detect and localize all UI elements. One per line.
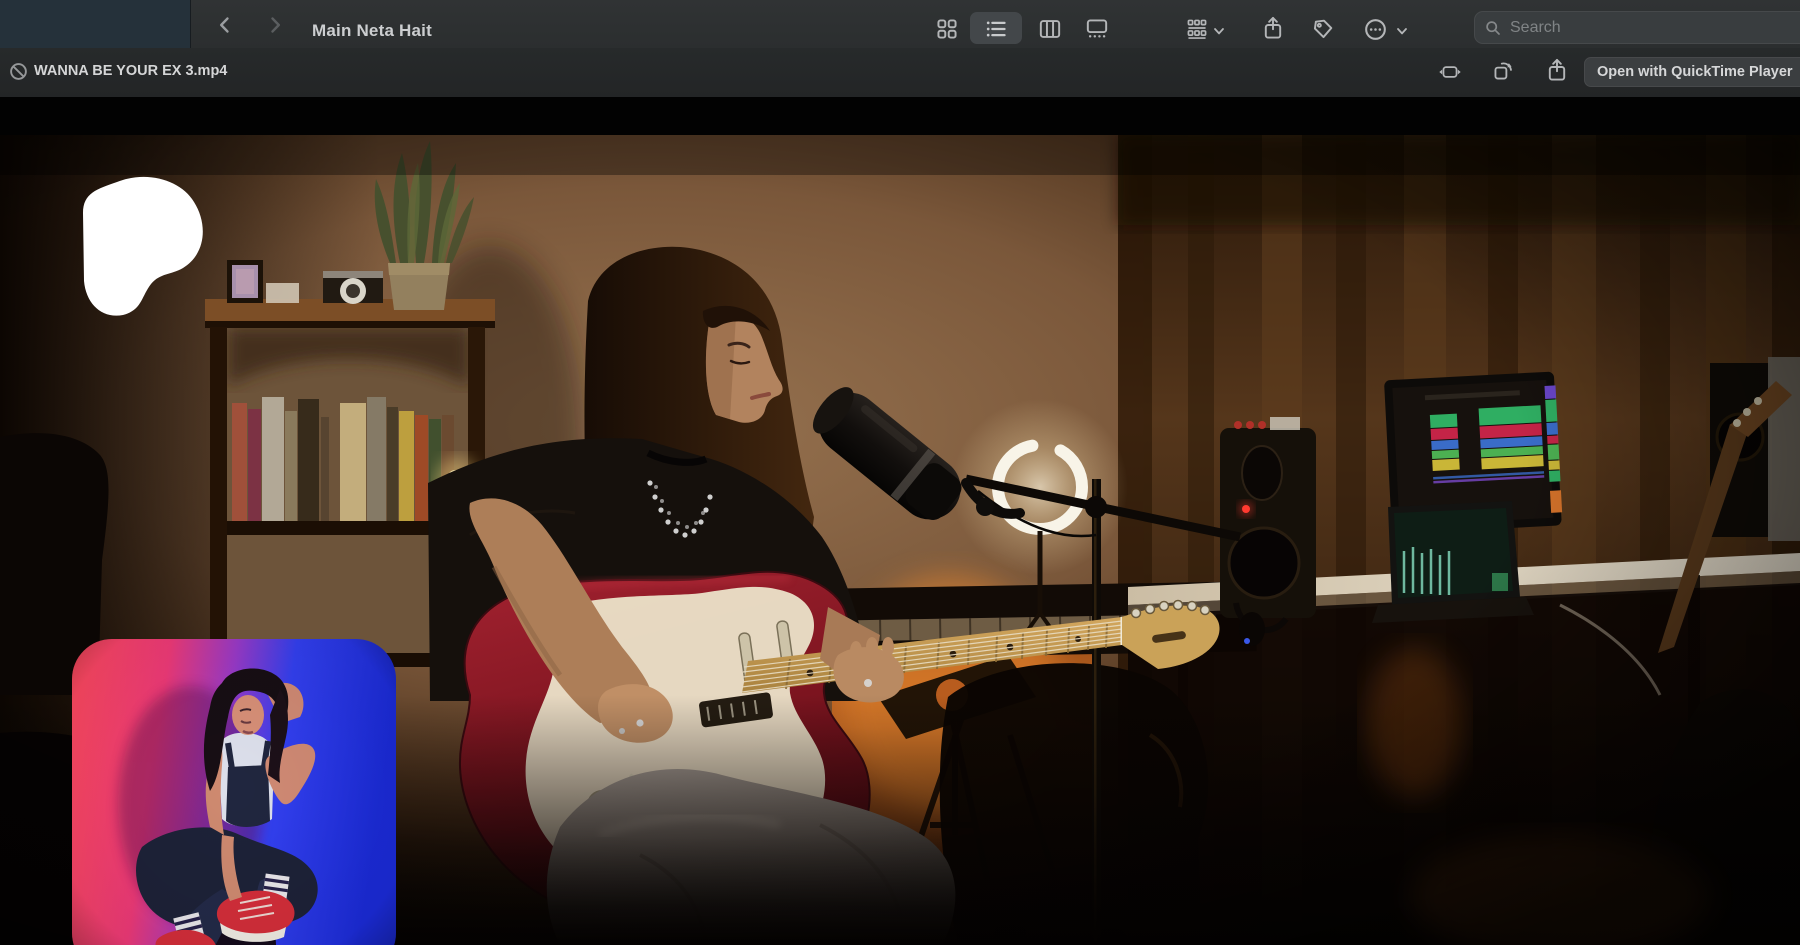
album-art-thumbnail — [72, 639, 396, 945]
share-icon[interactable] — [1546, 58, 1568, 82]
sidebar-stub — [0, 0, 191, 48]
gallery-view-button[interactable] — [1086, 18, 1108, 40]
search-field[interactable] — [1474, 11, 1800, 44]
column-view-button[interactable] — [1039, 18, 1061, 40]
share-icon[interactable] — [1262, 16, 1284, 40]
forward-button[interactable] — [262, 14, 288, 36]
prohibition-icon — [9, 62, 28, 81]
group-by-button[interactable] — [1186, 18, 1208, 40]
chevron-down-icon — [1213, 26, 1225, 36]
patreon-logo — [75, 175, 210, 316]
chevron-down-icon — [1396, 26, 1408, 36]
search-icon — [1485, 20, 1501, 36]
rotate-icon[interactable] — [1492, 59, 1515, 82]
album-art-image — [72, 639, 396, 945]
icon-view-button[interactable] — [936, 18, 958, 40]
video-preview-area — [0, 97, 1800, 945]
quicklook-filename: WANNA BE YOUR EX 3.mp4 — [34, 63, 227, 79]
finder-toolbar: Main Neta Hait — [0, 0, 1800, 49]
finder-window: Main Neta Hait — [0, 0, 1800, 945]
more-options-button[interactable] — [1364, 18, 1387, 41]
list-view-button[interactable] — [985, 18, 1007, 40]
trim-icon[interactable] — [1438, 61, 1462, 83]
tag-icon[interactable] — [1312, 18, 1334, 40]
back-button[interactable] — [212, 14, 238, 36]
chevron-right-icon — [265, 15, 285, 35]
chevron-left-icon — [215, 15, 235, 35]
open-with-quicktime-button[interactable]: Open with QuickTime Player — [1584, 57, 1800, 87]
window-title: Main Neta Hait — [312, 21, 432, 41]
search-input[interactable] — [1508, 18, 1772, 38]
quicklook-bar: WANNA BE YOUR EX 3.mp4 Open with QuickTi… — [0, 48, 1800, 98]
